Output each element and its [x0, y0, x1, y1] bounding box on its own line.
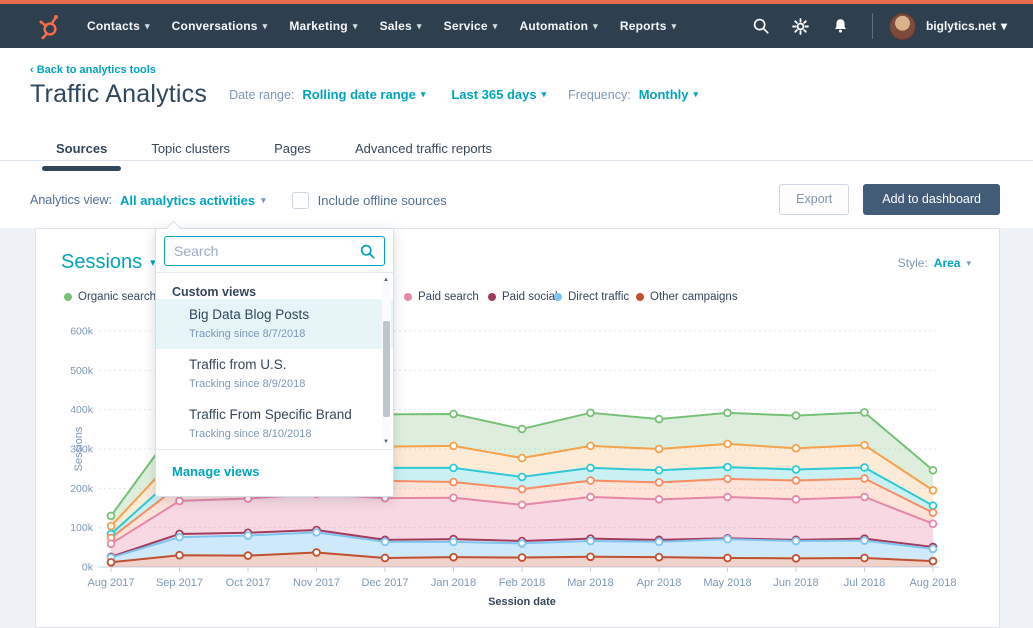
svg-text:Feb 2018: Feb 2018	[499, 577, 545, 589]
svg-text:Dec 2017: Dec 2017	[361, 577, 408, 589]
legend-dot-icon	[636, 293, 644, 301]
dropdown-scroll-area: Custom views Big Data Blog PostsTracking…	[156, 272, 393, 449]
legend-item-direct-traffic[interactable]: Direct traffic	[554, 291, 629, 303]
analytics-view-dropdown[interactable]: All analytics activities	[120, 193, 266, 208]
nav-item-reports[interactable]: Reports	[609, 13, 687, 39]
chevron-down-icon	[261, 195, 266, 206]
date-range-dropdown[interactable]: Rolling date range	[302, 87, 425, 102]
style-label: Style:	[898, 256, 928, 270]
svg-text:0k: 0k	[82, 562, 94, 574]
account-name: biglytics.net	[926, 19, 996, 33]
svg-text:Apr 2018: Apr 2018	[637, 577, 682, 589]
style-dropdown[interactable]: Area	[934, 256, 961, 270]
add-to-dashboard-button[interactable]: Add to dashboard	[863, 184, 1000, 215]
svg-text:Session date: Session date	[488, 596, 556, 608]
svg-text:100k: 100k	[70, 522, 94, 534]
svg-text:Nov 2017: Nov 2017	[293, 577, 340, 589]
hubspot-sprocket-icon[interactable]	[38, 12, 62, 40]
nav-item-automation[interactable]: Automation	[508, 13, 608, 39]
svg-text:Mar 2018: Mar 2018	[567, 577, 613, 589]
frequency-dropdown[interactable]: Monthly	[639, 87, 698, 102]
nav-menu: ContactsConversationsMarketingSalesServi…	[76, 13, 687, 39]
dropdown-group-header: Custom views	[156, 273, 393, 299]
top-nav: ContactsConversationsMarketingSalesServi…	[0, 0, 1033, 48]
nav-item-marketing[interactable]: Marketing	[278, 13, 368, 39]
nav-item-sales[interactable]: Sales	[369, 13, 433, 39]
settings-gear-icon[interactable]	[786, 11, 816, 41]
svg-text:Aug 2018: Aug 2018	[909, 577, 956, 589]
scroll-up-icon[interactable]: ▲	[383, 277, 389, 283]
tab-advanced-traffic-reports[interactable]: Advanced traffic reports	[337, 133, 510, 170]
legend-item-organic-search[interactable]: Organic search	[64, 291, 156, 303]
svg-text:400k: 400k	[70, 404, 94, 416]
date-range-label: Date range:	[229, 88, 294, 102]
chevron-down-icon	[421, 89, 426, 100]
nav-divider	[872, 13, 873, 39]
account-menu[interactable]: biglytics.net	[926, 19, 1007, 33]
back-link[interactable]: ‹ Back to analytics tools	[30, 64, 156, 76]
chevron-down-icon	[353, 21, 358, 32]
search-icon	[359, 243, 376, 265]
search-input[interactable]	[174, 243, 355, 259]
scrollbar-thumb[interactable]	[383, 321, 390, 417]
chevron-down-icon	[593, 21, 598, 32]
offline-sources-label: Include offline sources	[318, 193, 447, 208]
legend-item-paid-social[interactable]: Paid social	[488, 291, 558, 303]
tab-bar: SourcesTopic clustersPagesAdvanced traff…	[38, 133, 510, 170]
dropdown-item-traffic-from-u-s-[interactable]: Traffic from U.S.Tracking since 8/9/2018	[156, 349, 393, 399]
svg-text:600k: 600k	[70, 326, 94, 338]
legend-item-other-campaigns[interactable]: Other campaigns	[636, 291, 738, 303]
page-title: Traffic Analytics	[30, 80, 207, 109]
tab-pages[interactable]: Pages	[256, 133, 329, 170]
nav-item-conversations[interactable]: Conversations	[161, 13, 279, 39]
chevron-down-icon	[263, 21, 268, 32]
dropdown-search[interactable]	[164, 236, 385, 266]
chevron-down-icon	[672, 21, 677, 32]
sessions-metric-dropdown[interactable]: Sessions	[61, 251, 156, 274]
chevron-down-icon	[145, 21, 150, 32]
legend-dot-icon	[554, 293, 562, 301]
search-icon[interactable]	[746, 11, 776, 41]
legend-item-paid-search[interactable]: Paid search	[404, 291, 479, 303]
svg-text:May 2018: May 2018	[703, 577, 751, 589]
dropdown-item-traffic-from-specific-brand[interactable]: Traffic From Specific BrandTracking sinc…	[156, 399, 393, 449]
legend-dot-icon	[488, 293, 496, 301]
svg-text:Oct 2017: Oct 2017	[226, 577, 271, 589]
svg-text:Jun 2018: Jun 2018	[773, 577, 818, 589]
chevron-down-icon	[1001, 19, 1007, 33]
svg-text:500k: 500k	[70, 365, 94, 377]
nav-item-service[interactable]: Service	[433, 13, 509, 39]
svg-text:200k: 200k	[70, 483, 94, 495]
scroll-down-icon[interactable]: ▼	[383, 439, 389, 445]
chevron-down-icon	[966, 258, 971, 269]
tab-topic-clusters[interactable]: Topic clusters	[133, 133, 248, 170]
svg-text:Jul 2018: Jul 2018	[844, 577, 886, 589]
legend-dot-icon	[404, 293, 412, 301]
svg-text:Sep 2017: Sep 2017	[156, 577, 203, 589]
svg-text:Aug 2017: Aug 2017	[87, 577, 134, 589]
notifications-bell-icon[interactable]	[826, 11, 856, 41]
chevron-down-icon	[493, 21, 498, 32]
chevron-down-icon	[542, 89, 547, 100]
frequency-label: Frequency:	[568, 88, 631, 102]
legend-dot-icon	[64, 293, 72, 301]
export-button[interactable]: Export	[779, 184, 849, 215]
avatar[interactable]	[889, 13, 916, 40]
dropdown-item-big-data-blog-posts[interactable]: Big Data Blog PostsTracking since 8/7/20…	[156, 299, 393, 349]
offline-sources-checkbox[interactable]	[292, 192, 309, 209]
chevron-down-icon	[694, 89, 699, 100]
tab-sources[interactable]: Sources	[38, 133, 125, 170]
period-dropdown[interactable]: Last 365 days	[451, 87, 546, 102]
manage-views-link[interactable]: Manage views	[172, 464, 259, 479]
scrollbar[interactable]: ▲ ▼	[382, 275, 391, 447]
svg-text:Sessions: Sessions	[73, 426, 85, 471]
analytics-view-label: Analytics view:	[30, 193, 112, 207]
analytics-view-popover: Custom views Big Data Blog PostsTracking…	[155, 228, 394, 497]
svg-text:Jan 2018: Jan 2018	[431, 577, 476, 589]
nav-item-contacts[interactable]: Contacts	[76, 13, 161, 39]
chevron-down-icon	[417, 21, 422, 32]
